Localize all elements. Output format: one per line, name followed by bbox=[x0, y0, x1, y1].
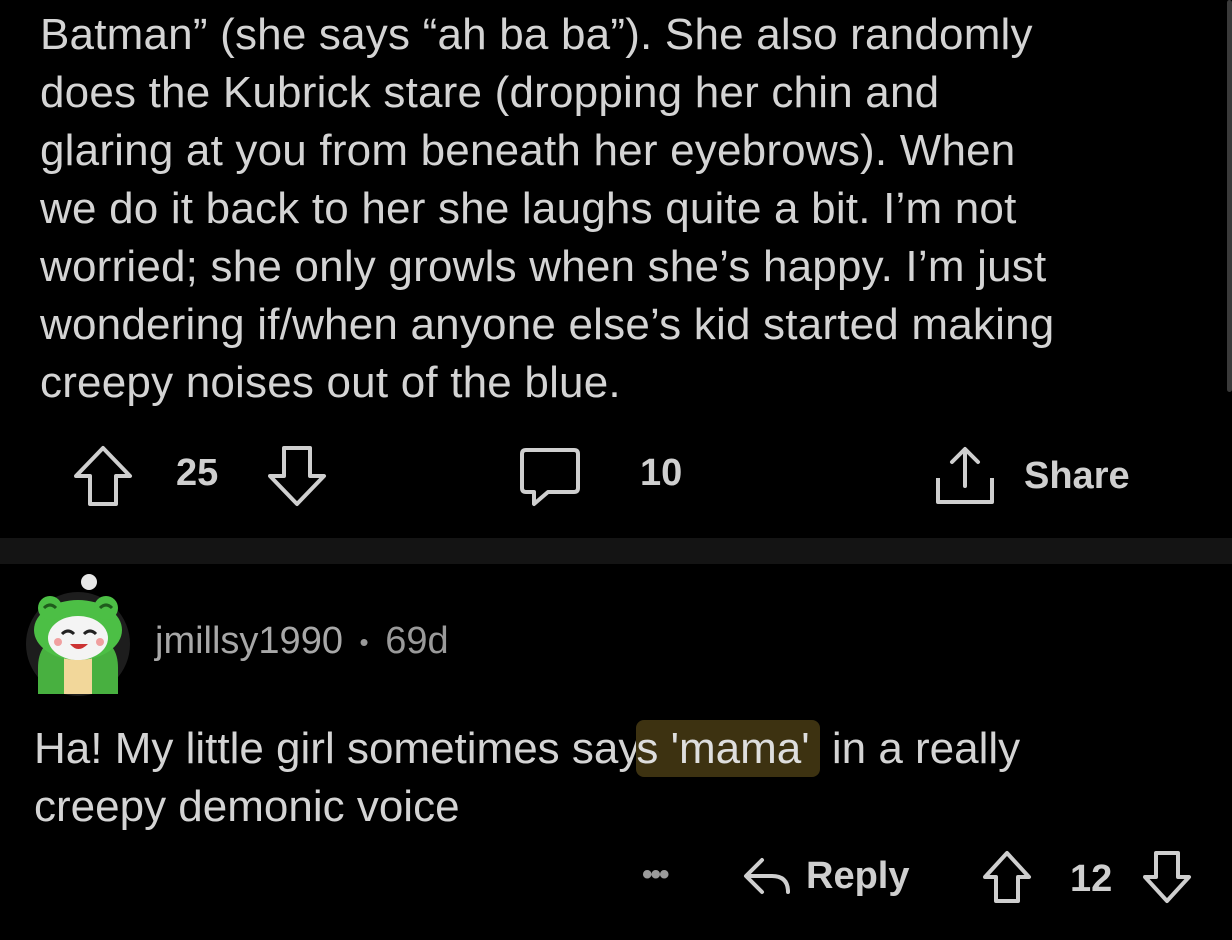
post-line: wondering if/when anyone else’s kid star… bbox=[40, 300, 1055, 349]
comment-header: jmillsy1990 • 69d bbox=[24, 572, 724, 696]
post-line: does the Kubrick stare (dropping her chi… bbox=[40, 68, 940, 117]
comment-line-1: Ha! My little girl sometimes says 'mama'… bbox=[34, 720, 1214, 778]
snoo-frog-avatar-icon bbox=[34, 574, 122, 694]
scrollbar[interactable] bbox=[1227, 0, 1232, 392]
comment-actions: ••• Reply 12 bbox=[0, 846, 1232, 916]
search-highlight: s 'mama' bbox=[636, 720, 820, 777]
downvote-arrow-icon bbox=[266, 444, 328, 508]
upvote-arrow-icon bbox=[982, 850, 1032, 904]
downvote-arrow-icon bbox=[1142, 850, 1192, 904]
share-label: Share bbox=[1024, 454, 1130, 497]
comment-text-start: Ha! My little girl sometimes say bbox=[34, 724, 641, 773]
meta-separator: • bbox=[359, 627, 369, 658]
comment-username[interactable]: jmillsy1990 bbox=[155, 620, 343, 662]
reply-button[interactable]: Reply bbox=[742, 854, 909, 898]
share-button[interactable]: Share bbox=[932, 444, 1130, 508]
reply-label: Reply bbox=[806, 854, 910, 897]
post-line: creepy noises out of the blue. bbox=[40, 358, 621, 407]
more-options-button[interactable]: ••• bbox=[642, 858, 669, 892]
highlight-term: 'mama' bbox=[670, 724, 810, 773]
post-line: we do it back to her she laughs quite a … bbox=[40, 184, 1017, 233]
upvote-arrow-icon bbox=[72, 444, 134, 508]
post-line: worried; she only growls when she’s happ… bbox=[40, 242, 1047, 291]
comment-line-2: creepy demonic voice bbox=[34, 782, 460, 831]
section-divider bbox=[0, 538, 1232, 564]
downvote-button[interactable] bbox=[266, 444, 328, 508]
reply-arrow-icon bbox=[742, 854, 792, 898]
post-line: glaring at you from beneath her eyebrows… bbox=[40, 126, 1016, 175]
comment-downvote-button[interactable] bbox=[1142, 850, 1192, 904]
post-vote-count: 25 bbox=[176, 452, 219, 494]
comment-bubble-icon bbox=[518, 444, 582, 510]
post-line: Batman” (she says “ah ba ba”). She also … bbox=[40, 10, 1033, 59]
comment-text-end: in a really bbox=[819, 724, 1021, 773]
post-body: Batman” (she says “ah ba ba”). She also … bbox=[40, 6, 1200, 412]
highlight-prefix: s bbox=[636, 724, 671, 773]
comments-button[interactable] bbox=[518, 444, 582, 510]
comment-upvote-button[interactable] bbox=[982, 850, 1032, 904]
upvote-button[interactable] bbox=[72, 444, 134, 508]
more-dots-icon: ••• bbox=[642, 858, 669, 891]
post-comment-count: 10 bbox=[640, 452, 683, 494]
post-actions: 25 10 Share bbox=[0, 438, 1232, 510]
comment-vote-count: 12 bbox=[1070, 858, 1113, 900]
comment-age: 69d bbox=[385, 620, 449, 662]
avatar[interactable] bbox=[26, 574, 130, 696]
comment-meta: jmillsy1990 • 69d bbox=[155, 620, 449, 663]
share-upload-icon bbox=[932, 444, 998, 508]
comment-body: Ha! My little girl sometimes says 'mama'… bbox=[34, 720, 1214, 836]
